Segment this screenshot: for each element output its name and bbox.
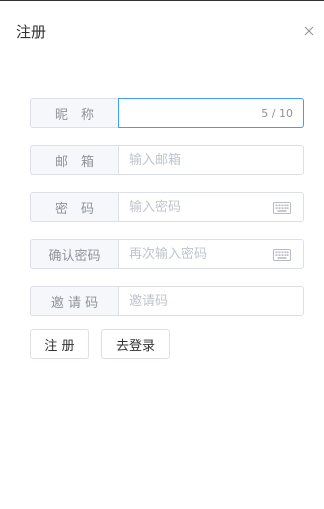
keyboard-icon[interactable]	[273, 202, 291, 214]
invite-code-label: 邀 请 码	[30, 286, 118, 316]
close-icon[interactable]	[302, 24, 316, 38]
email-label: 邮 箱	[30, 145, 118, 175]
invite-code-input[interactable]	[119, 287, 303, 315]
dialog-title: 注册	[16, 23, 47, 41]
nickname-label: 昵 称	[30, 98, 118, 128]
form-actions: 注 册 去登录	[30, 329, 304, 359]
register-button[interactable]: 注 册	[30, 329, 89, 359]
go-login-button[interactable]: 去登录	[101, 329, 170, 359]
password-label: 密 码	[30, 192, 118, 222]
email-row: 邮 箱	[30, 145, 304, 175]
confirm-password-row: 确认密码	[30, 239, 304, 269]
invite-code-row: 邀 请 码	[30, 286, 304, 316]
password-field[interactable]	[118, 192, 304, 222]
top-border	[0, 0, 324, 1]
confirm-password-field[interactable]	[118, 239, 304, 269]
keyboard-icon[interactable]	[273, 249, 291, 261]
email-field[interactable]	[118, 145, 304, 175]
nickname-field[interactable]: 5 / 10	[118, 98, 304, 128]
password-row: 密 码	[30, 192, 304, 222]
invite-code-field[interactable]	[118, 286, 304, 316]
nickname-row: 昵 称 5 / 10	[30, 98, 304, 128]
register-form: 昵 称 5 / 10 邮 箱 密 码	[30, 98, 304, 359]
confirm-password-label: 确认密码	[30, 239, 118, 269]
email-input[interactable]	[119, 146, 303, 174]
nickname-char-count: 5 / 10	[261, 106, 293, 120]
